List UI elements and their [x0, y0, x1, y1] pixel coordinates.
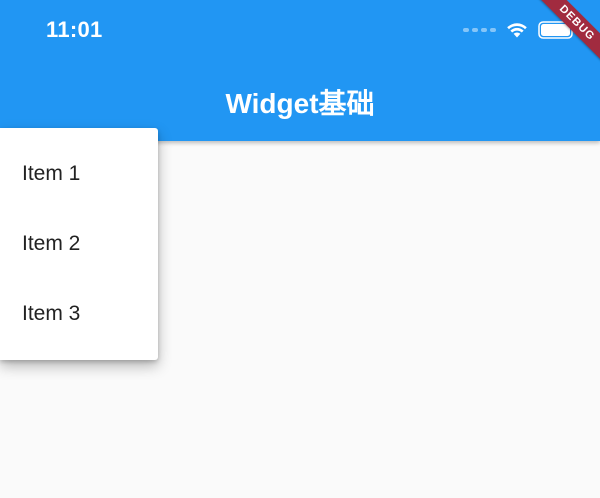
- wifi-icon: [507, 23, 527, 38]
- popup-menu: Item 1 Item 2 Item 3: [0, 128, 158, 360]
- status-time: 11:01: [46, 17, 103, 42]
- signal-icon: [463, 28, 496, 32]
- battery-icon: [538, 21, 576, 39]
- status-icons: [463, 18, 578, 42]
- app-bar: 11:01 Widget基础: [0, 0, 600, 141]
- menu-item-1[interactable]: Item 1: [0, 139, 158, 209]
- menu-item-2[interactable]: Item 2: [0, 209, 158, 279]
- page-title: Widget基础: [225, 88, 375, 119]
- menu-item-3[interactable]: Item 3: [0, 279, 158, 349]
